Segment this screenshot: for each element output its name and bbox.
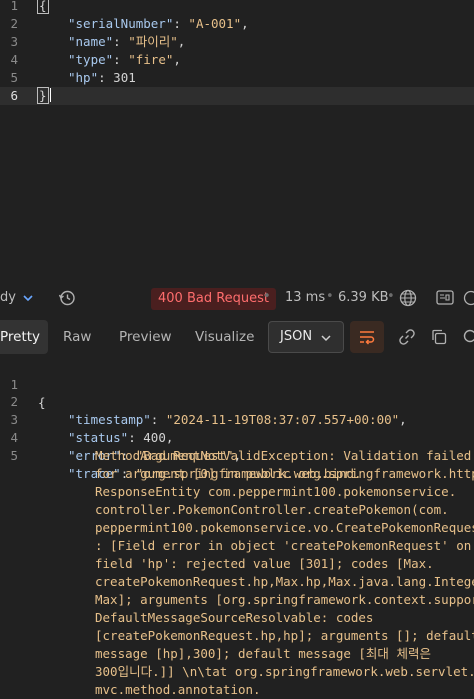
tab-preview[interactable]: Preview	[119, 320, 172, 354]
trace-wrap-line: [createPokemonRequest.hp,hp]; arguments …	[0, 627, 474, 645]
line-number: 4	[0, 51, 18, 69]
link-icon[interactable]	[398, 328, 416, 350]
json-value: "파이리"	[128, 34, 178, 49]
json-key: "name"	[68, 34, 113, 49]
open-brace: {	[37, 0, 49, 14]
editor-line: 4 "type": "fire",	[0, 51, 474, 69]
trace-wrap-line: Max]; arguments [org.springframework.con…	[0, 591, 474, 609]
trace-wrap-line: DefaultMessageSourceResolvable: codes	[0, 609, 474, 627]
trace-wrap-line: field 'hp': rejected value [301]; codes …	[0, 555, 474, 573]
response-line: 4 "error": "Bad Request",	[0, 411, 474, 429]
response-time[interactable]: 13 ms	[285, 283, 325, 313]
line-number: 5	[0, 69, 18, 87]
response-line: 5 "trace": "org.springframework.web.bind…	[0, 429, 474, 447]
trace-wrap-line: MethodArgumentNotValidException: Validat…	[0, 447, 474, 465]
request-body-editor[interactable]: 1 { 2 "serialNumber": "A-001", 3 "name":…	[0, 0, 474, 280]
history-icon[interactable]	[58, 289, 76, 311]
editor-line: 2 "serialNumber": "A-001",	[0, 15, 474, 33]
line-number: 1	[0, 0, 18, 15]
line-number: 3	[0, 33, 18, 51]
line-number: 6	[0, 87, 18, 105]
json-value: "A-001"	[188, 16, 241, 31]
editor-line-active: 6 }	[0, 87, 474, 105]
more-options-icon[interactable]	[462, 289, 474, 311]
save-response-icon[interactable]	[436, 290, 454, 310]
wrap-lines-icon	[358, 328, 376, 350]
search-icon[interactable]	[462, 328, 474, 350]
json-value: 301	[113, 70, 136, 85]
text-cursor	[50, 88, 51, 102]
json-key: "type"	[68, 52, 113, 67]
globe-icon[interactable]	[399, 289, 417, 311]
body-dropdown-label[interactable]: dy	[0, 283, 16, 313]
trace-wrap-line: controller.PokemonController.createPokem…	[0, 501, 474, 519]
json-key: "serialNumber"	[68, 16, 173, 31]
separator-dot: •	[387, 282, 395, 312]
response-line: 3 "status": 400,	[0, 393, 474, 411]
line-number: 2	[0, 15, 18, 33]
trace-wrap-line: message [hp],300]; default message [최대 체…	[0, 645, 474, 663]
trace-wrap-line: mvc.method.annotation.	[0, 681, 474, 699]
chevron-down-icon	[319, 330, 333, 349]
format-select-value: JSON	[280, 322, 312, 352]
response-line: 2 "timestamp": "2024-11-19T08:37:07.557+…	[0, 375, 474, 393]
tab-raw[interactable]: Raw	[63, 320, 91, 354]
tab-pretty[interactable]: Pretty	[0, 320, 40, 354]
response-body-viewer[interactable]: 1 { 2 "timestamp": "2024-11-19T08:37:07.…	[0, 356, 474, 689]
json-value: "fire"	[128, 52, 173, 67]
separator-dot: •	[263, 282, 271, 312]
copy-icon[interactable]	[430, 328, 448, 350]
trace-wrap-line: createPokemonRequest.hp,Max.hp,Max.java.…	[0, 573, 474, 591]
trace-wrap-line: ResponseEntity com.peppermint100.pokemon…	[0, 483, 474, 501]
response-toolbar: Pretty Raw Preview Visualize JSON	[0, 320, 474, 354]
format-select[interactable]: JSON	[268, 321, 344, 353]
json-key: "hp"	[68, 70, 98, 85]
editor-line: 5 "hp": 301	[0, 69, 474, 87]
chevron-down-icon[interactable]	[21, 290, 35, 309]
response-size[interactable]: 6.39 KB	[338, 283, 389, 313]
trace-wrap-line: for argument [0] in public org.springfra…	[0, 465, 474, 483]
editor-line: 3 "name": "파이리",	[0, 33, 474, 51]
status-badge[interactable]: 400 Bad Request	[151, 288, 276, 310]
response-status-bar: dy 400 Bad Request • 13 ms • 6.39 KB •	[0, 283, 474, 313]
separator-dot: •	[326, 282, 334, 312]
close-brace: }	[37, 87, 49, 104]
wrap-lines-button[interactable]	[350, 321, 384, 353]
tab-visualize[interactable]: Visualize	[195, 320, 254, 354]
trace-wrap-line: : [Field error in object 'createPokemonR…	[0, 537, 474, 555]
trace-wrap-line: 300입니다.]] \n\tat org.springframework.web…	[0, 663, 474, 681]
trace-wrap-line: peppermint100.pokemonservice.vo.CreatePo…	[0, 519, 474, 537]
response-line: 1 {	[0, 358, 474, 376]
editor-line: 1 {	[0, 0, 474, 15]
